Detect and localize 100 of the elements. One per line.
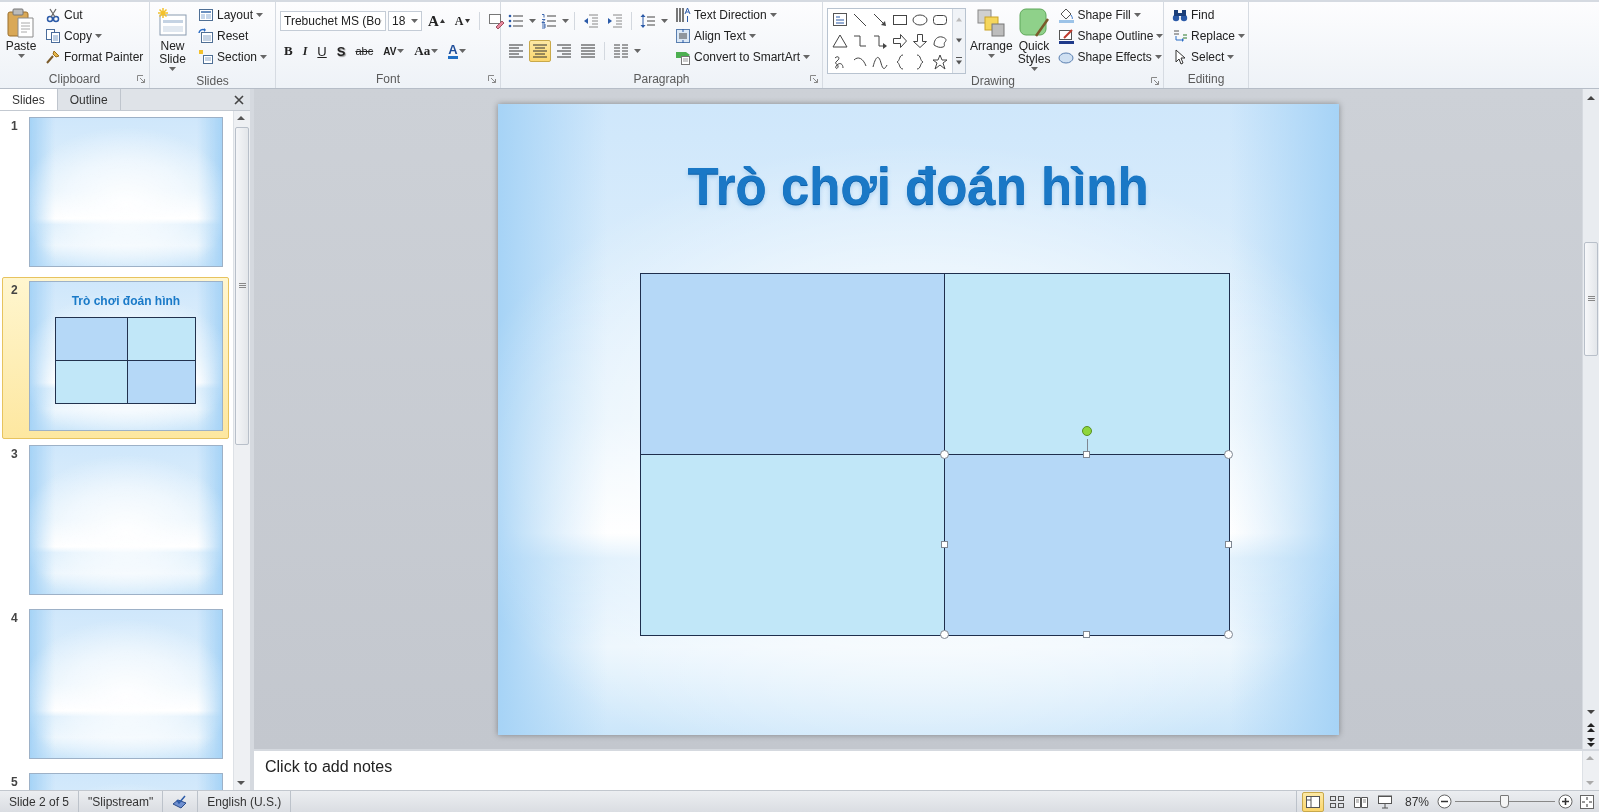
bullet-list-icon xyxy=(508,13,524,29)
underline-button[interactable]: U xyxy=(313,40,331,62)
align-center-button[interactable] xyxy=(529,40,551,62)
theme-name: "Slipstream" xyxy=(79,791,164,812)
paste-icon xyxy=(5,7,37,39)
ribbon-command[interactable]: Text Direction xyxy=(671,4,815,25)
resize-handle[interactable] xyxy=(1083,450,1090,458)
resize-handle[interactable] xyxy=(1225,540,1232,548)
oval-icon[interactable] xyxy=(912,12,928,28)
ribbon-command[interactable]: Convert to SmartArt xyxy=(671,46,815,67)
rounded-rectangle-icon[interactable] xyxy=(932,12,948,28)
caret-icon xyxy=(411,19,418,23)
ribbon-command[interactable]: Format Painter xyxy=(41,46,148,67)
caret-icon xyxy=(95,33,102,38)
rectangle-icon[interactable] xyxy=(892,12,908,28)
resize-handle[interactable] xyxy=(1224,629,1233,639)
slide-thumbnail[interactable]: 2 Trò chơi đoán hình xyxy=(2,277,229,439)
freeform-icon[interactable] xyxy=(932,33,948,49)
ribbon-command[interactable]: Shape Effects xyxy=(1054,46,1168,67)
caret-icon xyxy=(260,54,267,59)
caret-icon xyxy=(661,19,668,23)
triangle-icon[interactable] xyxy=(832,33,848,49)
ribbon-command[interactable]: Select xyxy=(1168,46,1250,67)
grip-icon xyxy=(238,283,246,289)
fit-to-window-icon[interactable] xyxy=(1579,793,1595,810)
dialog-launcher-icon[interactable] xyxy=(810,74,818,83)
slide-number: 4 xyxy=(10,612,19,627)
paint-bucket-icon xyxy=(1058,6,1075,23)
down-arrow-icon[interactable] xyxy=(912,33,928,49)
star-icon[interactable] xyxy=(932,54,948,70)
shrink-font-button[interactable]: A xyxy=(450,10,474,32)
strikethrough-button[interactable]: abc xyxy=(351,40,378,62)
ribbon-command[interactable]: Copy xyxy=(41,25,148,46)
zoom-level[interactable]: 87% xyxy=(1396,794,1437,809)
caret-icon xyxy=(1133,12,1141,17)
line-icon[interactable] xyxy=(852,12,868,28)
ribbon-command[interactable]: Replace xyxy=(1168,25,1250,46)
ribbon-command[interactable]: Shape Outline xyxy=(1054,25,1168,46)
normal-view-button[interactable] xyxy=(1301,791,1324,812)
new-slide-icon xyxy=(156,7,189,39)
ribbon-command[interactable]: Layout xyxy=(193,4,271,25)
pencil-icon xyxy=(1058,27,1075,44)
resize-handle[interactable] xyxy=(940,629,949,639)
caret-icon xyxy=(987,54,995,58)
group-label: Editing xyxy=(1187,71,1225,86)
character-spacing-button[interactable]: AV xyxy=(379,40,409,62)
normal-view-icon xyxy=(1304,793,1321,810)
caret-icon xyxy=(1156,33,1164,38)
resize-handle[interactable] xyxy=(940,449,949,459)
slider-thumb[interactable] xyxy=(1500,795,1509,808)
dialog-launcher-icon[interactable] xyxy=(488,74,496,83)
pointer-icon xyxy=(1172,48,1188,65)
rotation-handle[interactable] xyxy=(1082,425,1092,436)
eraser-icon xyxy=(487,13,504,29)
arrange-button[interactable]: Arrange xyxy=(969,4,1014,61)
font-color-button[interactable]: A xyxy=(444,40,470,62)
quick-styles-button[interactable]: Quick Styles xyxy=(1016,4,1052,74)
text-box-icon[interactable] xyxy=(832,12,848,28)
ribbon-command[interactable]: Section xyxy=(193,46,271,67)
change-case-button[interactable]: Aa xyxy=(410,40,443,62)
spelling-check-icon[interactable] xyxy=(172,793,189,810)
grow-font-button[interactable]: A xyxy=(424,10,449,32)
language[interactable]: English (U.S.) xyxy=(198,791,292,812)
panel-tab[interactable]: Outline xyxy=(57,89,121,110)
close-icon[interactable] xyxy=(234,94,244,105)
zoom-out-icon[interactable] xyxy=(1437,794,1452,809)
down-triangle-icon xyxy=(464,19,470,23)
resize-handle[interactable] xyxy=(1083,630,1090,638)
ribbon-command[interactable]: Reset xyxy=(193,25,271,46)
elbow-arrow-icon[interactable] xyxy=(872,33,888,49)
scrollbar[interactable] xyxy=(1582,89,1599,749)
slide-title: Trò chơi đoán hình xyxy=(687,156,1149,217)
curve-icon[interactable] xyxy=(872,54,888,70)
align-center-icon xyxy=(532,43,548,59)
font-size-field[interactable]: 18 xyxy=(388,11,422,31)
caret-icon xyxy=(769,12,777,17)
ribbon-command[interactable]: Align Text xyxy=(671,25,815,46)
dialog-launcher-icon[interactable] xyxy=(137,74,145,83)
bold-button[interactable]: B xyxy=(280,40,297,62)
dialog-launcher-icon[interactable] xyxy=(1151,77,1159,85)
zoom-in-icon[interactable] xyxy=(1558,794,1573,809)
arrow-icon[interactable] xyxy=(872,12,888,28)
resize-handle[interactable] xyxy=(941,540,948,548)
ribbon-command[interactable]: Find xyxy=(1168,4,1250,25)
scrollbar[interactable] xyxy=(233,111,250,790)
caret-icon xyxy=(1238,33,1246,38)
font-name-field[interactable]: Trebuchet MS (Bo xyxy=(280,11,386,31)
italic-button[interactable]: I xyxy=(298,40,312,62)
group-label: Font xyxy=(376,71,400,86)
shadow-button[interactable]: S xyxy=(332,40,350,62)
slide-title: Trò chơi đoán hình xyxy=(71,294,181,308)
panel-tab[interactable]: Slides xyxy=(0,89,58,110)
arrange-icon xyxy=(975,7,1008,39)
right-arrow-icon[interactable] xyxy=(892,33,908,49)
paste-button[interactable]: Paste xyxy=(4,4,38,61)
ribbon-command[interactable]: Cut xyxy=(41,4,148,25)
new-slide-button[interactable]: New Slide xyxy=(154,4,191,74)
caret-icon xyxy=(256,12,263,17)
ribbon-command[interactable]: Shape Fill xyxy=(1054,4,1168,25)
resize-handle[interactable] xyxy=(1224,449,1233,459)
